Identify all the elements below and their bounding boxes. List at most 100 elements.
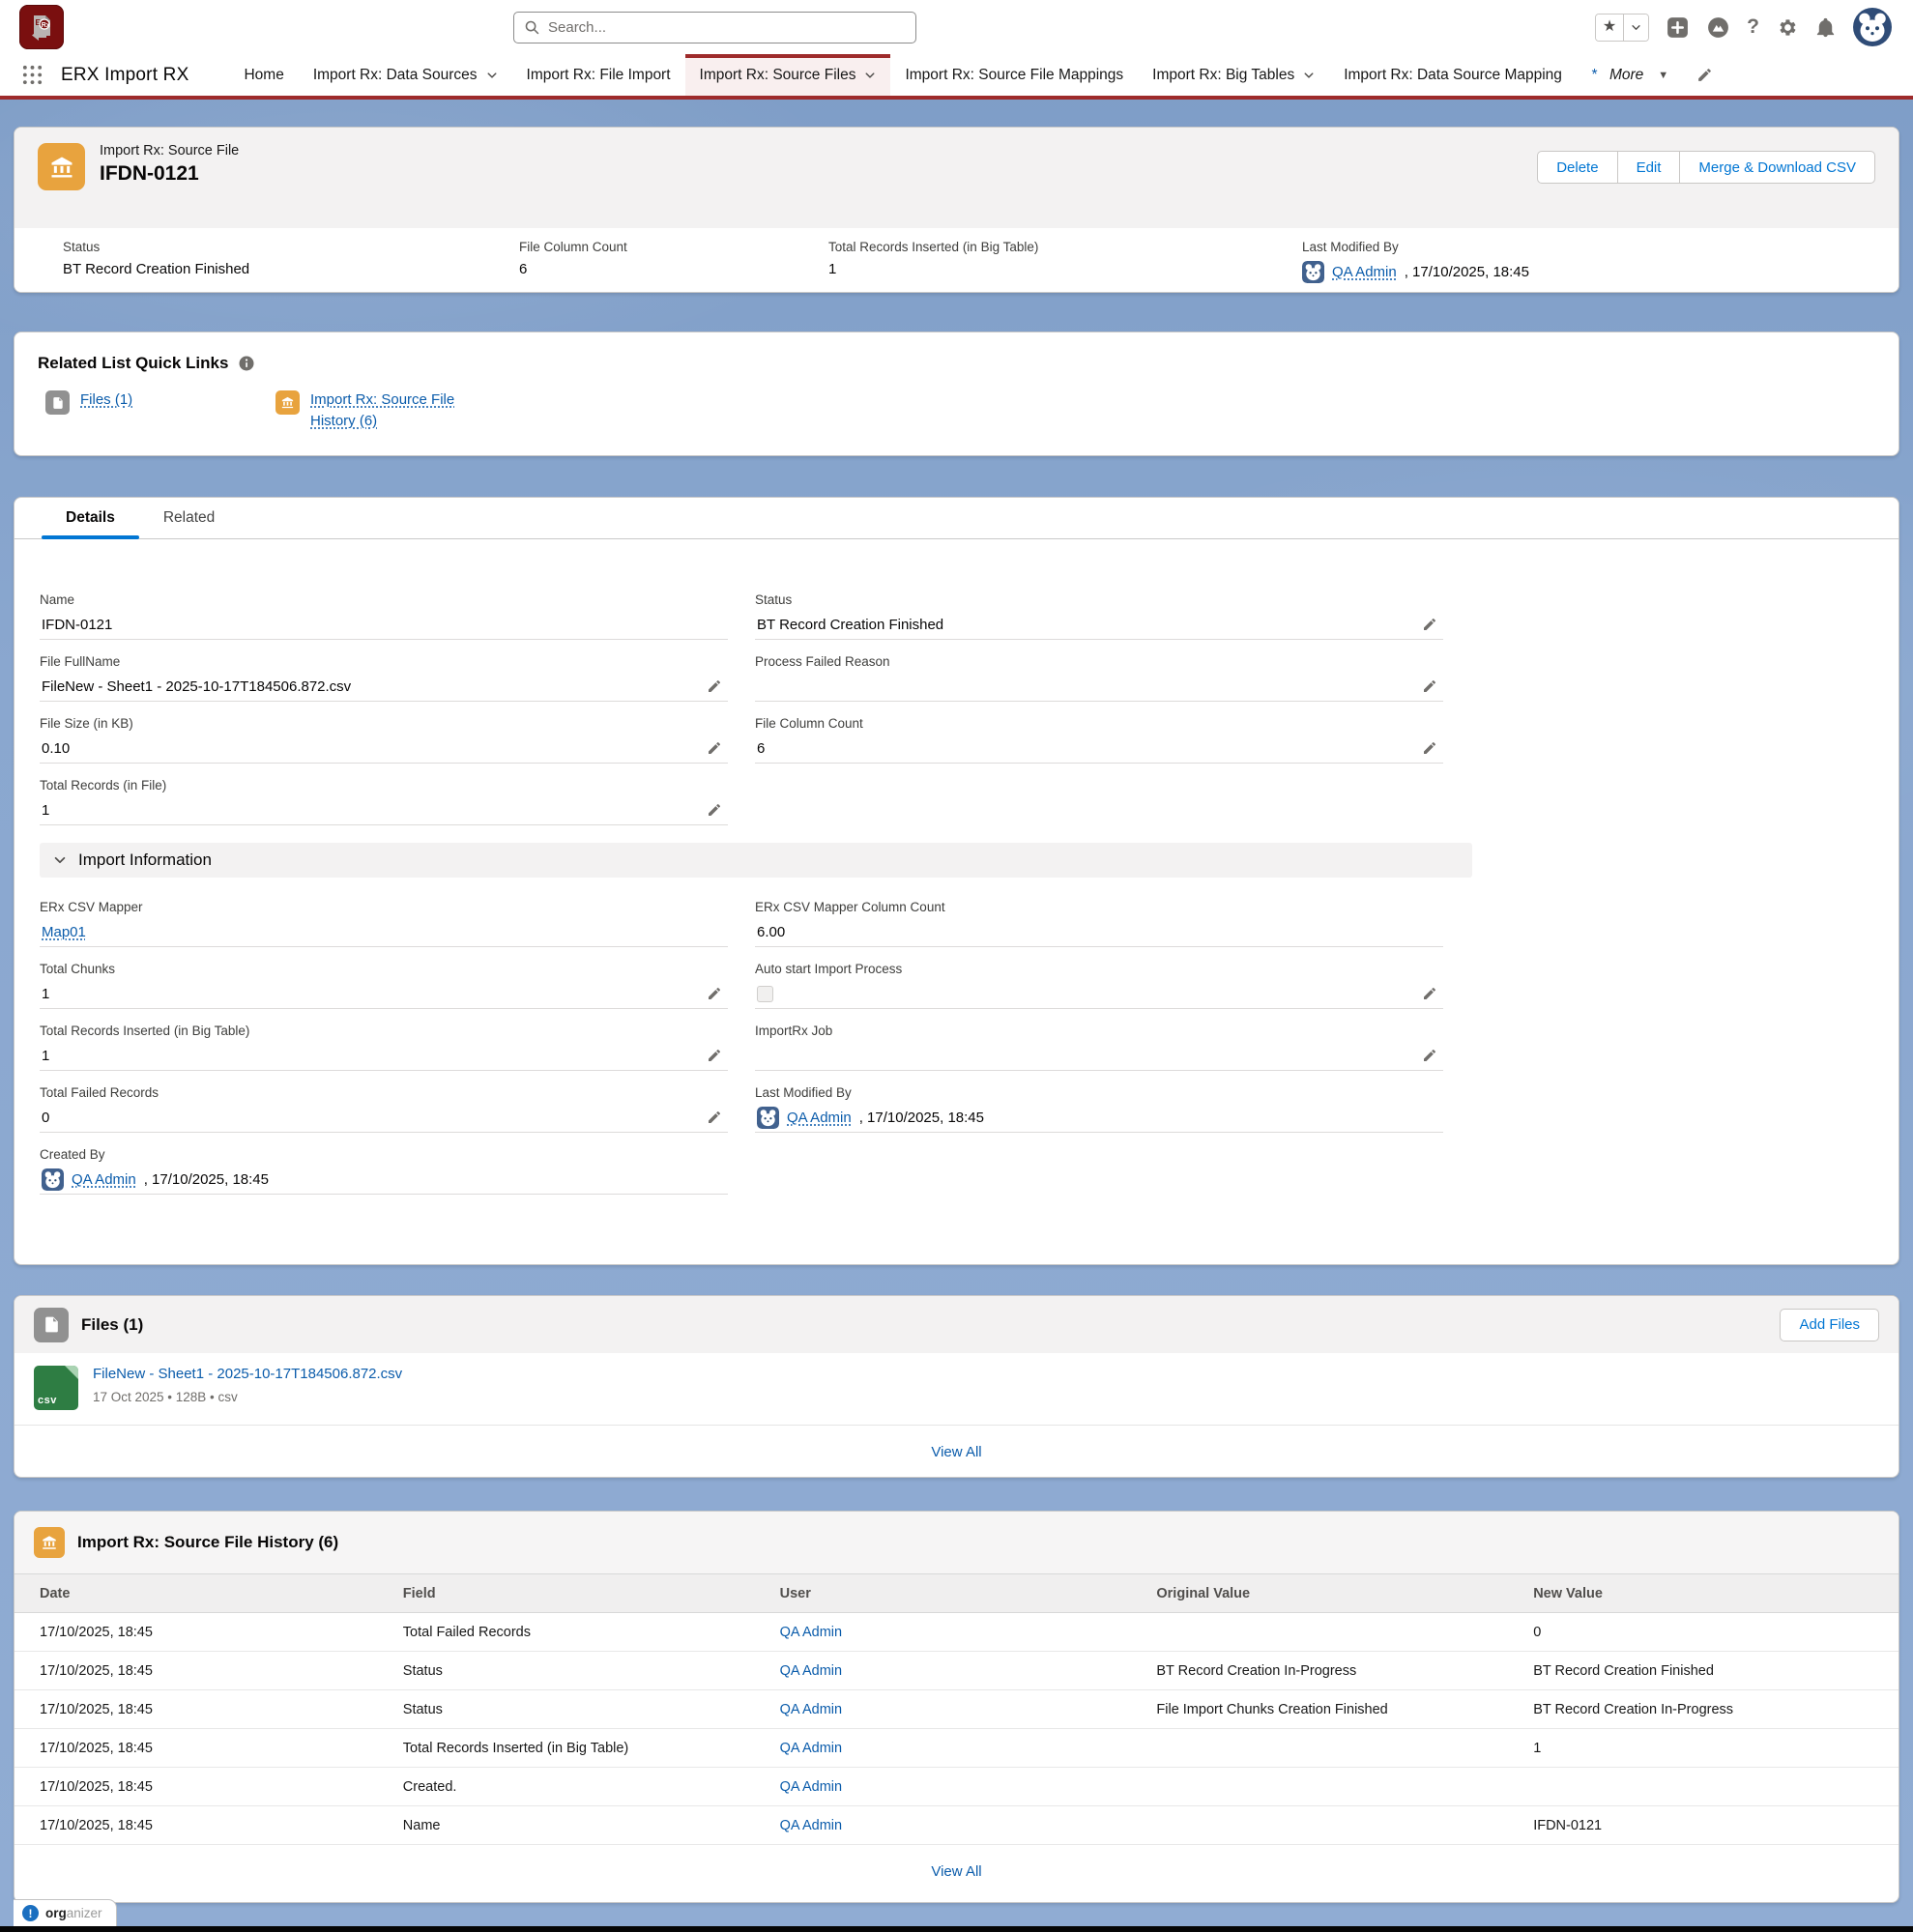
history-row: 17/10/2025, 18:45 Total Failed Records Q… (14, 1613, 1899, 1652)
edit-total-chunks-button[interactable] (703, 986, 726, 1001)
edit-status-button[interactable] (1418, 617, 1441, 632)
organizer-extension-badge[interactable]: ! organizer (14, 1899, 117, 1926)
detail-fields-right-column: Status BT Record Creation Finished Proce… (755, 584, 1443, 831)
field-total-records-in-file: Total Records (in File) 1 (40, 769, 728, 831)
pencil-icon (707, 1110, 722, 1125)
created-by-user-link[interactable]: QA Admin (72, 1171, 136, 1188)
tab-data-sources[interactable]: Import Rx: Data Sources (299, 54, 512, 96)
temporary-tab-asterisk: * (1591, 67, 1597, 84)
delete-button[interactable]: Delete (1537, 151, 1617, 184)
record-highlight-panel: Import Rx: Source File IFDN-0121 Delete … (14, 127, 1899, 293)
tab-more[interactable]: * More ▼ (1577, 54, 1683, 96)
chevron-down-icon (1631, 22, 1641, 33)
setup-button[interactable] (1776, 16, 1798, 39)
tab-file-import[interactable]: Import Rx: File Import (512, 54, 685, 96)
files-view-all-link[interactable]: View All (931, 1444, 981, 1460)
last-modified-by-user-link[interactable]: QA Admin (787, 1110, 852, 1126)
files-link[interactable]: Files (1) (80, 389, 219, 411)
erx-app-logo[interactable]: E Rx (19, 5, 64, 49)
trailhead-mountain-icon (1706, 15, 1730, 40)
file-list-item: csv FileNew - Sheet1 - 2025-10-17T184506… (14, 1353, 1899, 1426)
edit-navigation-button[interactable] (1696, 67, 1713, 83)
tab-home[interactable]: Home (229, 54, 298, 96)
edit-file-fullname-button[interactable] (703, 678, 726, 694)
user-link[interactable]: QA Admin (780, 1625, 842, 1640)
source-file-history-link[interactable]: Import Rx: Source File History (6) (310, 389, 482, 432)
files-card-header: Files (1) Add Files (14, 1296, 1899, 1353)
global-search (513, 12, 916, 43)
tab-details[interactable]: Details (42, 509, 139, 538)
user-profile-avatar[interactable] (1853, 8, 1892, 46)
source-file-history-card: Import Rx: Source File History (6) Date … (14, 1511, 1899, 1903)
auto-start-import-checkbox[interactable] (757, 986, 773, 1002)
user-link[interactable]: QA Admin (780, 1663, 842, 1679)
user-avatar-small (1302, 261, 1324, 283)
user-link[interactable]: QA Admin (780, 1818, 842, 1833)
tab-big-tables[interactable]: Import Rx: Big Tables (1138, 54, 1329, 96)
user-link[interactable]: QA Admin (780, 1702, 842, 1717)
import-information-section-header[interactable]: Import Information (40, 843, 1472, 878)
highlight-status: Status BT Record Creation Finished (63, 240, 519, 292)
favorite-star-button[interactable]: ★ (1596, 14, 1623, 41)
edit-total-records-inserted-button[interactable] (703, 1048, 726, 1063)
import-fields-left-column: ERx CSV Mapper Map01 Total Chunks 1 Tota… (40, 891, 728, 1200)
screen-edge-strip (0, 1926, 1913, 1932)
history-view-all-link[interactable]: View All (931, 1863, 981, 1880)
files-related-list-card: Files (1) Add Files csv FileNew - Sheet1… (14, 1295, 1899, 1478)
help-button[interactable]: ? (1747, 15, 1759, 39)
edit-file-size-button[interactable] (703, 740, 726, 756)
user-link[interactable]: QA Admin (780, 1779, 842, 1795)
pencil-icon (1422, 1048, 1437, 1063)
quick-link-source-file-history[interactable]: Import Rx: Source File History (6) (275, 389, 482, 432)
merge-download-csv-button[interactable]: Merge & Download CSV (1679, 151, 1875, 184)
record-action-buttons: Delete Edit Merge & Download CSV (1537, 151, 1875, 184)
history-row: 17/10/2025, 18:45 Created. QA Admin (14, 1768, 1899, 1806)
global-actions-button[interactable] (1666, 15, 1690, 40)
user-link[interactable]: QA Admin (780, 1741, 842, 1756)
field-erx-csv-mapper: ERx CSV Mapper Map01 (40, 891, 728, 953)
waffle-grid-icon (21, 64, 43, 86)
favorites-dropdown-button[interactable] (1623, 14, 1648, 41)
edit-auto-start-button[interactable] (1418, 986, 1441, 1001)
info-icon[interactable] (238, 355, 255, 372)
edit-button[interactable]: Edit (1617, 151, 1681, 184)
field-last-modified-by: Last Modified By QA Admin , 17/10/2025, … (755, 1077, 1443, 1139)
edit-total-failed-records-button[interactable] (703, 1110, 726, 1125)
add-files-button[interactable]: Add Files (1780, 1309, 1879, 1341)
file-name-link[interactable]: FileNew - Sheet1 - 2025-10-17T184506.872… (93, 1366, 402, 1382)
detail-fields: Name IFDN-0121 File FullName FileNew - S… (14, 539, 1472, 1200)
gear-icon (1776, 16, 1798, 39)
last-modified-by-user-link[interactable]: QA Admin (1332, 264, 1397, 280)
field-total-failed-records: Total Failed Records 0 (40, 1077, 728, 1139)
pencil-icon (1422, 617, 1437, 632)
tab-source-files[interactable]: Import Rx: Source Files (685, 54, 891, 96)
bank-icon (275, 390, 300, 415)
edit-total-records-button[interactable] (703, 802, 726, 818)
svg-text:Rx: Rx (42, 22, 50, 29)
pencil-icon (707, 1048, 722, 1063)
edit-file-column-count-button[interactable] (1418, 740, 1441, 756)
app-name: ERX Import RX (61, 65, 188, 86)
field-auto-start-import-process: Auto start Import Process (755, 953, 1443, 1015)
nav-tabs: Home Import Rx: Data Sources Import Rx: … (229, 54, 1683, 96)
edit-importrx-job-button[interactable] (1418, 1048, 1441, 1063)
erx-csv-mapper-link[interactable]: Map01 (42, 924, 86, 940)
search-input[interactable] (548, 19, 906, 36)
files-card-footer: View All (14, 1426, 1899, 1478)
quick-link-files[interactable]: Files (1) (45, 389, 219, 432)
history-table: Date Field User Original Value New Value… (14, 1573, 1899, 1845)
record-header: Import Rx: Source File IFDN-0121 Delete … (14, 128, 1899, 228)
pencil-icon (707, 986, 722, 1001)
tab-data-source-mapping[interactable]: Import Rx: Data Source Mapping (1329, 54, 1577, 96)
edit-process-failed-reason-button[interactable] (1418, 678, 1441, 694)
avatar-bear-icon (1302, 261, 1324, 283)
csv-file-thumbnail[interactable]: csv (34, 1366, 78, 1410)
history-row: 17/10/2025, 18:45 Status QA Admin BT Rec… (14, 1652, 1899, 1690)
tab-source-file-mappings[interactable]: Import Rx: Source File Mappings (890, 54, 1138, 96)
header-utility-icons: ★ ? (1595, 8, 1892, 46)
notifications-button[interactable] (1814, 16, 1837, 39)
app-launcher-button[interactable] (21, 64, 43, 86)
tab-related[interactable]: Related (139, 509, 239, 538)
guidance-center-button[interactable] (1706, 15, 1730, 40)
avatar-bear-icon (42, 1168, 64, 1191)
